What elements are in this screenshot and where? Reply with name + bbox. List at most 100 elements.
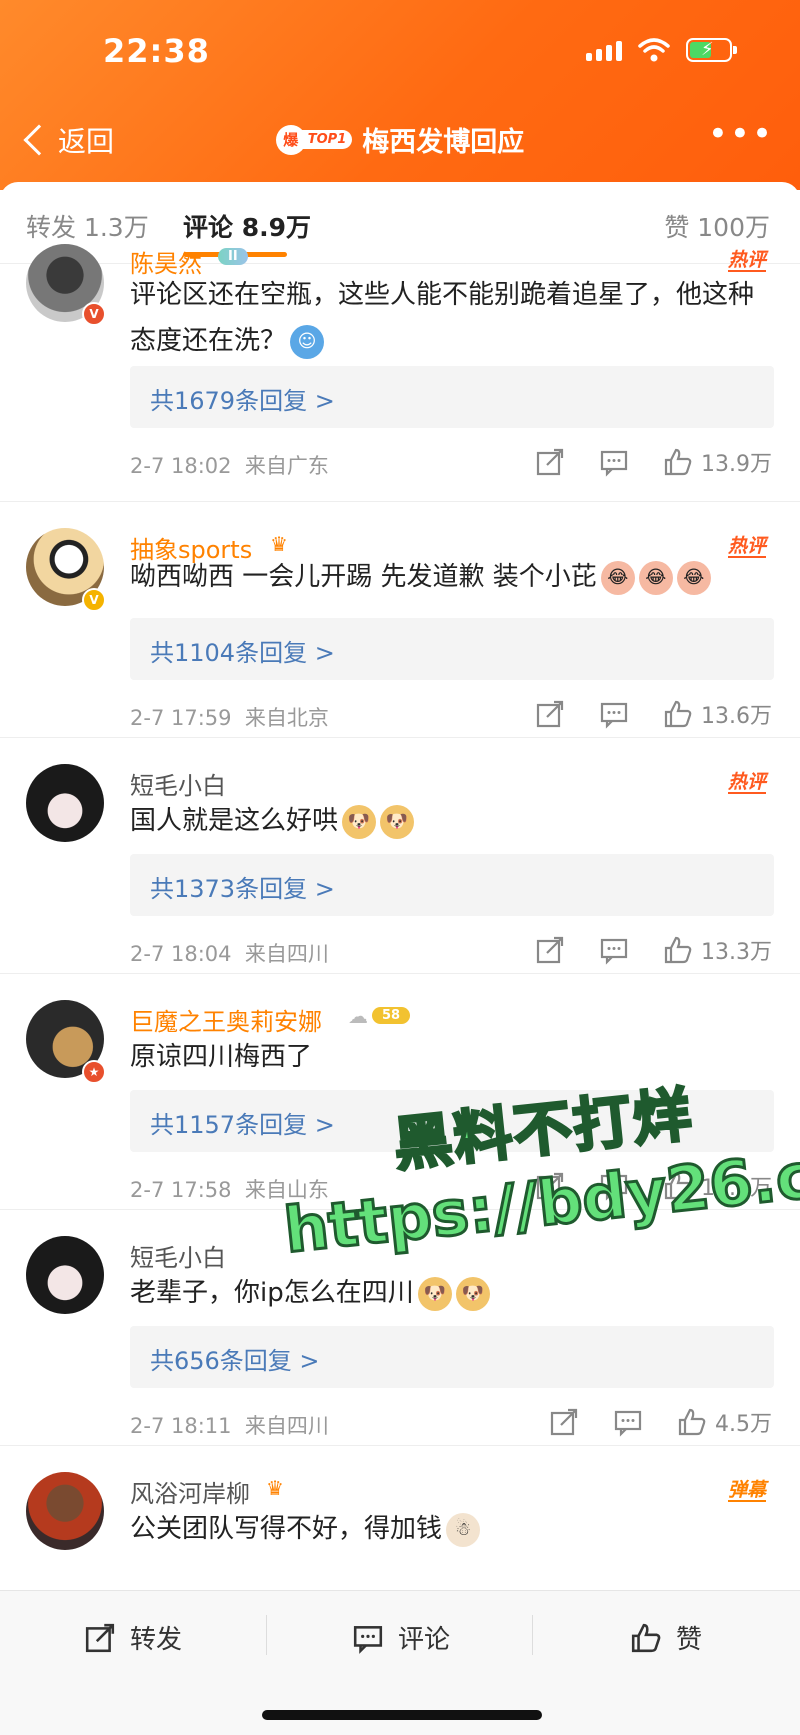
comment-username[interactable]: 短毛小白	[130, 766, 226, 801]
wifi-icon	[638, 38, 670, 62]
comment-text: 呦西呦西 一会儿开踢 先发道歉 装个小芘 😂 😂 😂	[130, 554, 770, 600]
comment-icon	[353, 1625, 383, 1654]
reply-count-link[interactable]: 共1104条回复 >	[150, 633, 335, 668]
laugh-emoji-icon: 😂	[600, 560, 635, 595]
divider	[266, 1615, 267, 1655]
comment-item: V 抽象sports ♛ 热评 呦西呦西 一会儿开踢 先发道歉 装个小芘 😂 😂 😂 …	[0, 502, 800, 738]
repost-button[interactable]: 转发	[84, 1619, 182, 1656]
comment-location: 来自四川	[244, 1414, 329, 1438]
tab-comment[interactable]: 评论 8.9万	[183, 208, 311, 244]
crown-icon: ♛	[270, 532, 288, 556]
laugh-emoji-icon: 😂	[638, 560, 673, 595]
laugh-emoji-icon: 😂	[676, 560, 711, 595]
like-icon[interactable]	[677, 1407, 707, 1437]
comment-time: 2-7 18:02	[130, 454, 232, 478]
comment-text-content: 原谅四川梅西了	[130, 1042, 313, 1072]
comment-meta: 2-7 18:02 来自广东	[130, 450, 329, 480]
comment-text-content: 国人就是这么好哄	[130, 806, 339, 836]
comment-meta: 2-7 18:04 来自四川	[130, 938, 329, 968]
like-label: 赞	[676, 1625, 703, 1655]
top-header: 22:38 ⚡ 返回 爆 TOP1 梅西发博回应 •••	[0, 0, 800, 190]
comment-text: 公关团队写得不好，得加钱 ☃	[130, 1506, 770, 1552]
reply-count-link[interactable]: 共656条回复 >	[150, 1341, 320, 1376]
tab-like[interactable]: 赞 100万	[664, 208, 770, 244]
doge-emoji-icon: 🐶	[417, 1276, 452, 1311]
comment-item: V 陈昊然 II 热评 评论区还在空瓶，这些人能不能别跪着追星了，他这种态度还在…	[0, 244, 800, 502]
hot-comment-tag: 热评	[727, 249, 766, 272]
tab-repost[interactable]: 转发 1.3万	[26, 208, 149, 244]
share-icon[interactable]	[535, 447, 565, 477]
comment-icon[interactable]	[599, 447, 629, 477]
comment-time: 2-7 18:04	[130, 942, 232, 966]
comment-location: 来自四川	[244, 942, 329, 966]
comment-location: 来自广东	[244, 454, 329, 478]
comment-text-content: 老辈子，你ip怎么在四川	[130, 1278, 414, 1308]
battery-icon: ⚡	[686, 38, 737, 62]
like-count: 13.6万	[701, 704, 772, 729]
level-badge: II	[218, 248, 248, 265]
comment-text: 评论区还在空瓶，这些人能不能别跪着追星了，他这种态度还在洗？ ☺	[130, 272, 770, 364]
home-indicator[interactable]	[262, 1710, 542, 1720]
page-title-wrap: 爆 TOP1 梅西发博回应	[0, 120, 800, 159]
hot-rank-badge: 爆 TOP1	[275, 124, 353, 155]
crown-icon: ♛	[266, 1476, 284, 1500]
like-button[interactable]: 赞	[630, 1619, 702, 1656]
avatar[interactable]	[26, 1472, 104, 1550]
signal-icon	[586, 39, 622, 61]
like-icon[interactable]	[663, 935, 693, 965]
more-icon[interactable]: •••	[708, 117, 774, 151]
fan-icon: ☁	[348, 1004, 368, 1028]
comment-icon[interactable]	[613, 1407, 643, 1437]
comment-text-content: 评论区还在空瓶，这些人能不能别跪着追星了，他这种态度还在洗？	[130, 280, 755, 356]
status-icons: ⚡	[586, 38, 737, 62]
comment-actions: 13.9万	[501, 446, 772, 478]
like-icon	[631, 1623, 661, 1652]
hot-comment-tag: 热评	[727, 771, 766, 794]
snowman-emoji-icon: ☃	[446, 1512, 481, 1547]
comment-meta: 2-7 18:11 来自四川	[130, 1410, 329, 1440]
like-icon[interactable]	[663, 447, 693, 477]
comment-username[interactable]: 巨魔之王奥莉安娜	[130, 1002, 322, 1037]
reply-box[interactable]: 共1679条回复 >	[130, 366, 774, 428]
comment-item: 风浴河岸柳 ♛ 弹幕 公关团队写得不好，得加钱 ☃	[0, 1446, 800, 1606]
avatar[interactable]	[26, 764, 104, 842]
reply-box[interactable]: 共1373条回复 >	[130, 854, 774, 916]
doraemon-emoji-icon: ☺	[290, 324, 325, 359]
comment-label: 评论	[398, 1625, 451, 1655]
hot-rank-label: TOP1	[301, 130, 353, 149]
comment-location: 来自北京	[244, 706, 329, 730]
divider	[532, 1615, 533, 1655]
comment-icon[interactable]	[599, 935, 629, 965]
comment-text: 老辈子，你ip怎么在四川 🐶 🐶	[130, 1270, 770, 1316]
comment-actions: 13.3万	[501, 934, 772, 966]
reply-count-link[interactable]: 共1373条回复 >	[150, 869, 335, 904]
comment-icon[interactable]	[599, 699, 629, 729]
comment-username[interactable]: 短毛小白	[130, 1238, 226, 1273]
share-icon[interactable]	[535, 935, 565, 965]
reply-box[interactable]: 共1104条回复 >	[130, 618, 774, 680]
doge-emoji-icon: 🐶	[455, 1276, 490, 1311]
comment-username[interactable]: 风浴河岸柳	[130, 1474, 250, 1509]
member-badge-icon: ★	[82, 1060, 106, 1084]
status-time: 22:38	[103, 32, 210, 70]
repost-label: 转发	[130, 1625, 183, 1655]
comment-meta: 2-7 17:59 来自北京	[130, 702, 329, 732]
reply-count-link[interactable]: 共1679条回复 >	[150, 381, 335, 416]
comment-actions: 13.6万	[501, 698, 772, 730]
danmaku-tag: 弹幕	[727, 1479, 766, 1502]
share-icon[interactable]	[535, 699, 565, 729]
like-count: 13.9万	[701, 452, 772, 477]
reply-box[interactable]: 共656条回复 >	[130, 1326, 774, 1388]
like-count: 4.5万	[715, 1412, 772, 1437]
comment-actions: 4.5万	[515, 1406, 772, 1438]
like-count: 13.3万	[701, 940, 772, 965]
avatar[interactable]	[26, 1236, 104, 1314]
share-icon	[85, 1623, 115, 1652]
comment-time: 2-7 17:59	[130, 706, 232, 730]
comment-time: 2-7 17:58	[130, 1178, 232, 1202]
verified-badge-icon: V	[82, 302, 106, 326]
share-icon[interactable]	[549, 1407, 579, 1437]
page-title: 梅西发博回应	[362, 127, 525, 158]
comment-button[interactable]: 评论	[352, 1619, 450, 1656]
like-icon[interactable]	[663, 699, 693, 729]
